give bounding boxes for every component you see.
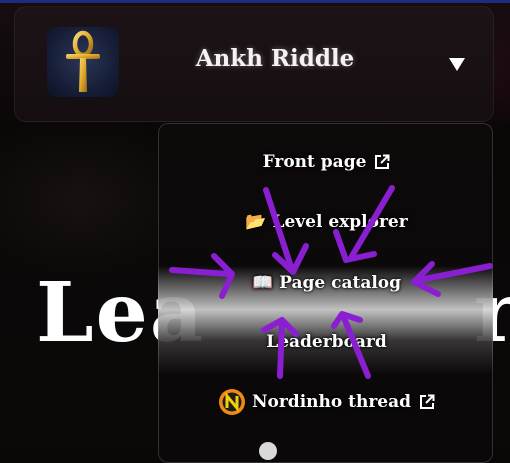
menu-item-label: Level explorer [272,212,408,232]
top-accent-line [0,0,510,3]
site-header: Ankh Riddle [14,6,494,122]
menu-item-nordinho-thread[interactable]: Nordinho thread [159,382,492,422]
menu-item-partial [259,442,277,460]
external-link-icon [374,154,390,170]
folder-open-icon: 📂 [245,212,267,232]
site-logo[interactable] [47,27,119,97]
ankh-icon [66,30,100,92]
site-title[interactable]: Ankh Riddle [145,45,405,72]
menu-item-leaderboard[interactable]: Leaderboard [159,322,492,362]
external-link-icon [419,394,435,410]
menu-item-label: Front page [262,152,367,172]
menu-item-label: Leaderboard [266,332,387,352]
open-book-icon: 📖 [251,273,274,293]
menu-item-page-catalog[interactable]: 📖 Page catalog [159,263,492,303]
navigation-dropdown: Front page 📂 Level explorer 📖 Page catal… [158,123,493,463]
menu-item-label: Page catalog [279,273,402,293]
chevron-down-icon[interactable] [447,55,467,73]
menu-item-level-explorer[interactable]: 📂 Level explorer [159,202,492,242]
menu-item-front-page[interactable]: Front page [159,142,492,182]
menu-item-label: Nordinho thread [251,392,412,412]
nordinho-icon [218,388,246,416]
